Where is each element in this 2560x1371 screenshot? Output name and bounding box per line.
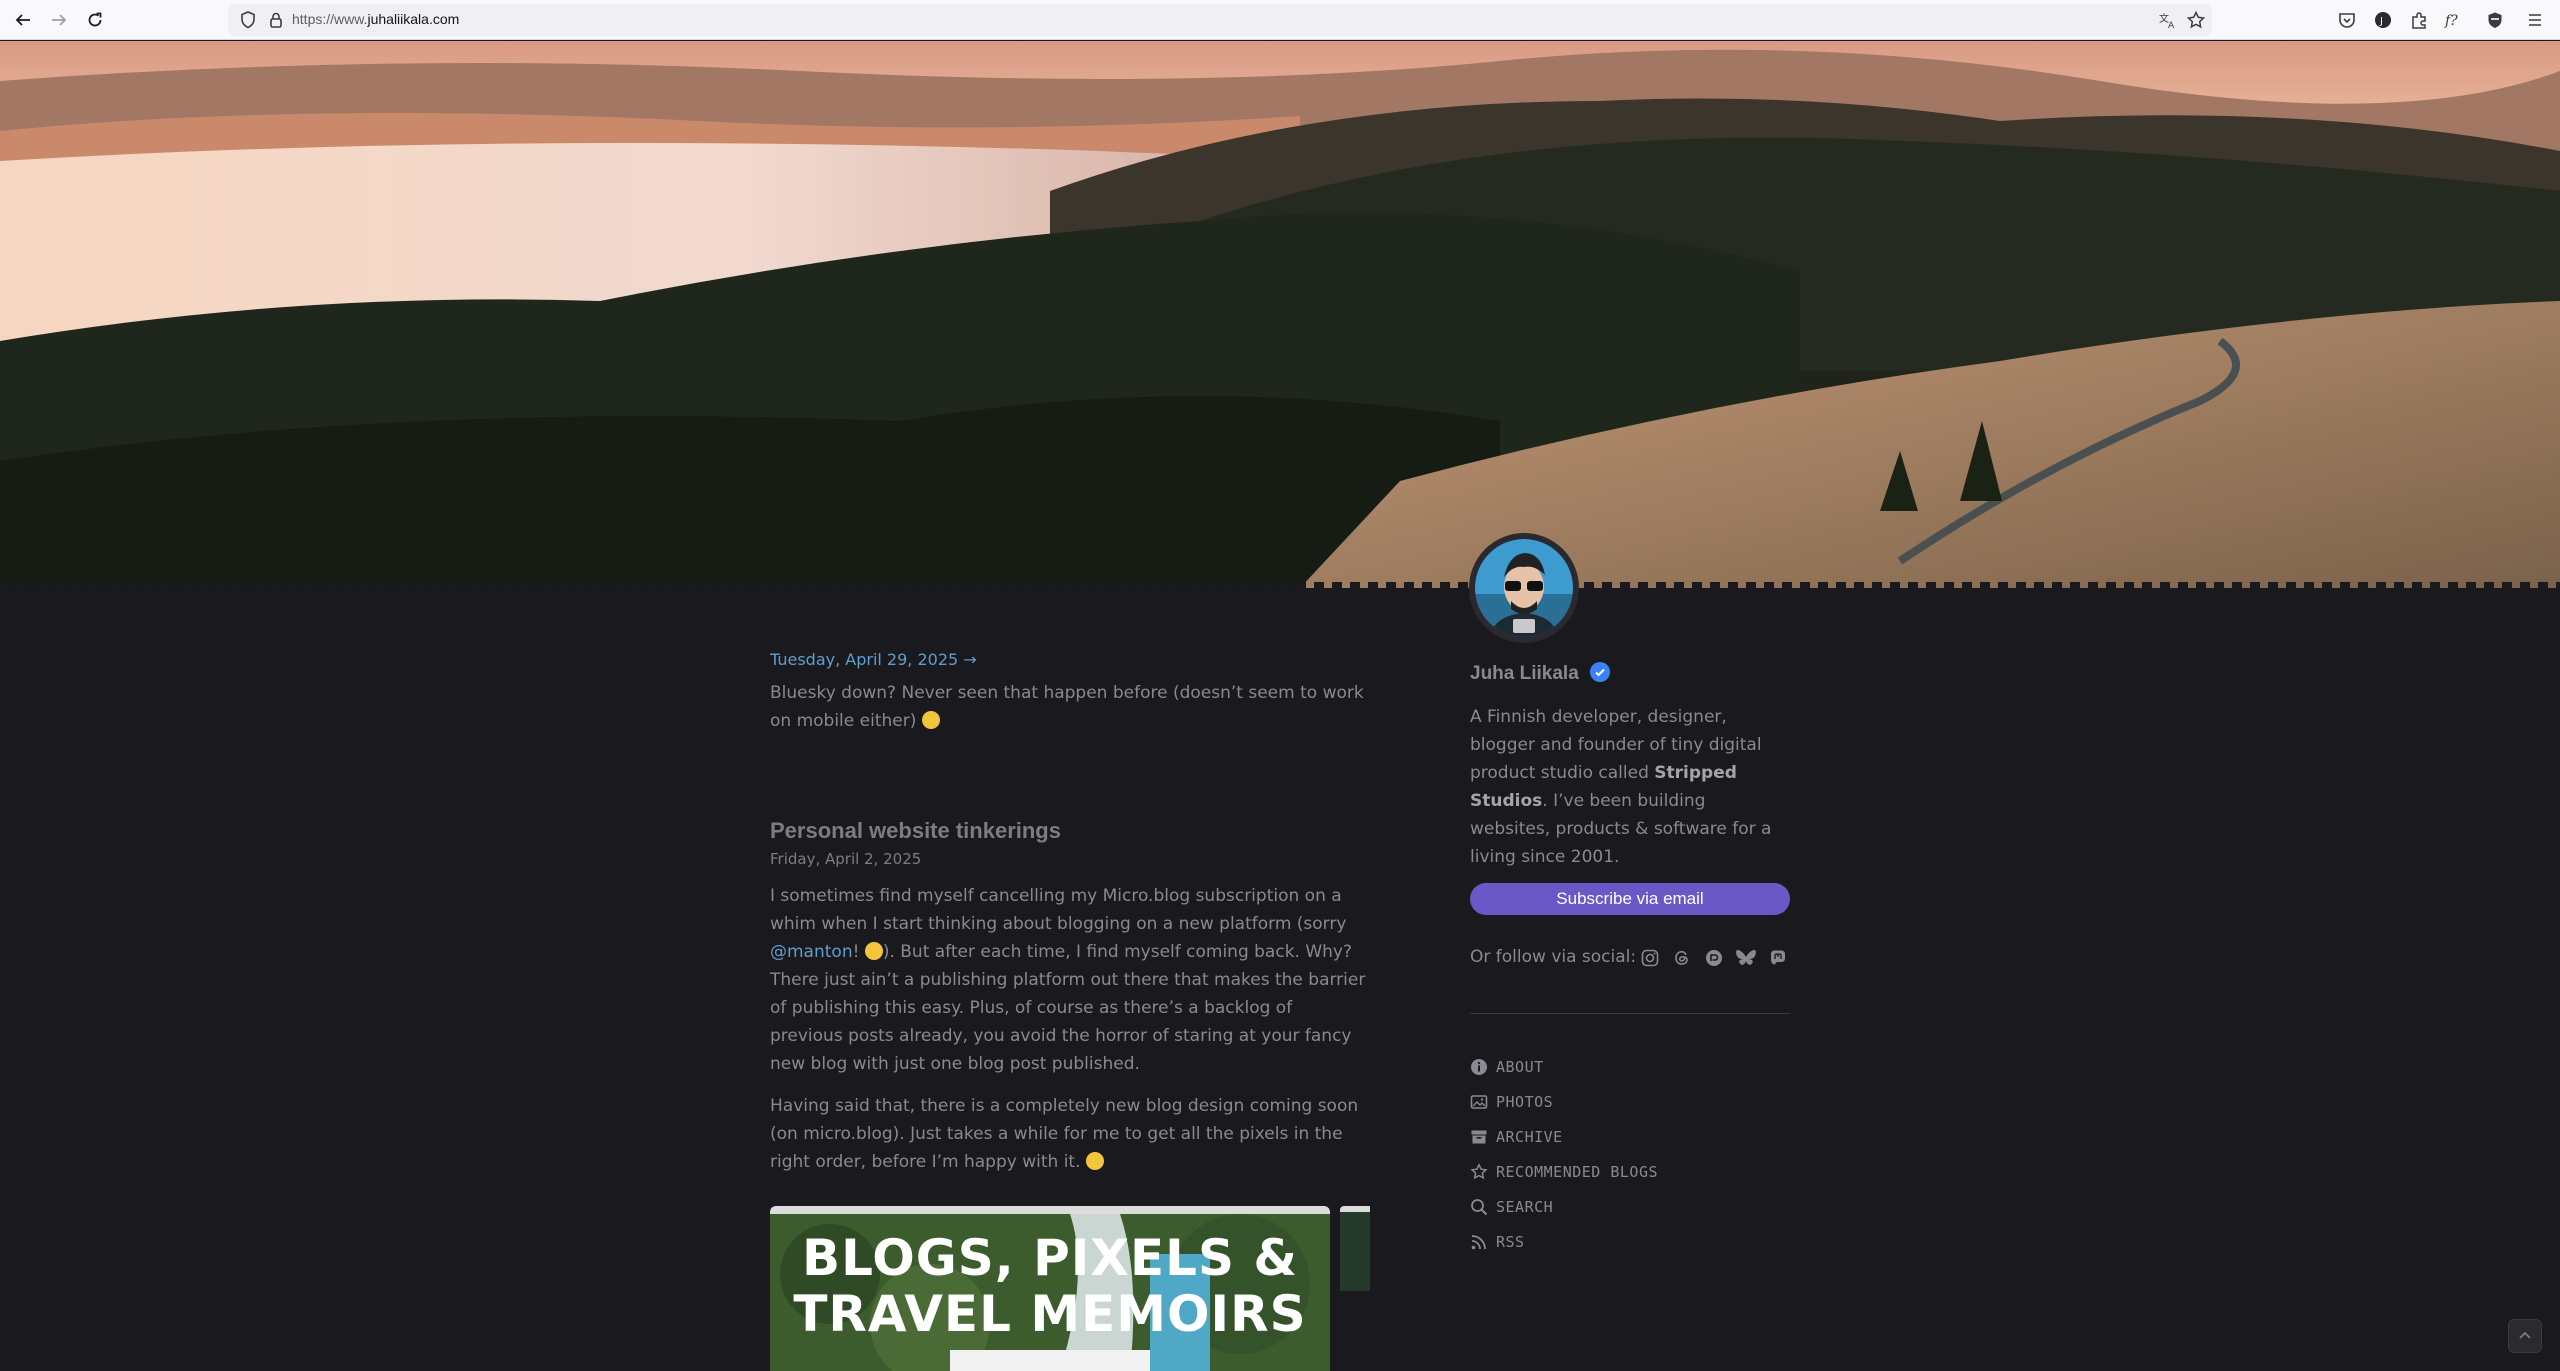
translate-icon[interactable]: 文A [2158, 10, 2178, 30]
post-short: Tuesday, April 29, 2025 → Bluesky down? … [770, 650, 1370, 735]
svg-text:A: A [2168, 21, 2175, 30]
menu-icon[interactable] [2524, 9, 2546, 31]
grinning-sweat-emoji-icon [921, 711, 940, 729]
nav-about-label: ABOUT [1496, 1058, 1544, 1076]
nav-recommended-blogs-label: RECOMMENDED BLOGS [1496, 1163, 1659, 1181]
extensions-icon[interactable] [2408, 9, 2430, 31]
forward-button[interactable] [46, 7, 72, 33]
privacy-badger-icon[interactable] [2484, 9, 2506, 31]
author-avatar[interactable] [1469, 533, 1579, 643]
url-prefix: https://www. [292, 11, 368, 27]
nav-photos[interactable]: PHOTOS [1470, 1091, 1553, 1113]
author-name-row: Juha Liikala [1470, 662, 1790, 685]
star-icon [1470, 1163, 1488, 1180]
post-title[interactable]: Personal website tinkerings [770, 818, 1370, 844]
social-label: Or follow via social: [1470, 947, 1637, 967]
nav-rss[interactable]: RSS [1470, 1231, 1525, 1253]
info-icon [1471, 1059, 1487, 1075]
bluesky-icon[interactable] [1734, 948, 1758, 968]
account-icon[interactable]: J [2372, 9, 2394, 31]
paragraph-text: I sometimes find myself cancelling my Mi… [770, 886, 1347, 934]
image-icon [1470, 1095, 1488, 1109]
pocket-icon[interactable] [2336, 9, 2358, 31]
svg-text:J: J [2379, 16, 2383, 27]
nav-rss-label: RSS [1496, 1233, 1525, 1251]
chevron-up-icon [2519, 1331, 2531, 1339]
sidebar-divider [1470, 1013, 1790, 1014]
post-date-link[interactable]: Tuesday, April 29, 2025 → [770, 650, 1370, 669]
archive-icon [1471, 1130, 1487, 1144]
verified-badge-icon [1589, 662, 1610, 682]
nav-about[interactable]: ABOUT [1470, 1056, 1544, 1078]
post-date[interactable]: Friday, April 2, 2025 [770, 850, 1370, 868]
nav-recommended-blogs[interactable]: RECOMMENDED BLOGS [1470, 1161, 1658, 1183]
nav-photos-label: PHOTOS [1496, 1093, 1554, 1111]
avatar-illustration [1475, 539, 1573, 637]
post-text: Bluesky down? Never seen that happen bef… [770, 683, 1364, 731]
back-arrow-icon [15, 14, 30, 26]
header-landscape-image [0, 41, 2560, 588]
nav-archive[interactable]: ARCHIVE [1470, 1126, 1563, 1148]
smiling-emoji-icon [1085, 1152, 1104, 1170]
mastodon-icon[interactable] [1768, 948, 1788, 968]
subscribe-button[interactable]: Subscribe via email [1470, 883, 1790, 915]
image-title-line-2: TRAVEL MEMOIRS [793, 1285, 1307, 1343]
post-image[interactable]: BLOGS, PIXELS & TRAVEL MEMOIRS [770, 1206, 1330, 1371]
image-title-line-1: BLOGS, PIXELS & [802, 1229, 1298, 1287]
post-paragraph-2: Having said that, there is a completely … [770, 1092, 1370, 1176]
url-domain: juhaliikala.com [367, 11, 460, 27]
url-text[interactable]: https://www.juhaliikala.com [292, 11, 459, 27]
post-article: Personal website tinkerings Friday, Apri… [770, 818, 1370, 1176]
nav-archive-label: ARCHIVE [1496, 1128, 1563, 1146]
grinning-sweat-emoji-icon [864, 942, 883, 960]
author-bio: A Finnish developer, designer, blogger a… [1470, 703, 1790, 871]
bookmark-star-icon[interactable] [2186, 10, 2206, 30]
pixelfed-icon[interactable] [1704, 948, 1724, 968]
browser-toolbar: https://www.juhaliikala.com 文A J f? [0, 0, 2560, 40]
paragraph-text: Having said that, there is a completely … [770, 1096, 1359, 1172]
back-button[interactable] [10, 7, 36, 33]
nav-search-label: SEARCH [1496, 1198, 1554, 1216]
nav-search[interactable]: SEARCH [1470, 1196, 1553, 1218]
author-name[interactable]: Juha Liikala [1470, 663, 1579, 684]
threads-icon[interactable] [1672, 948, 1692, 968]
svg-text:f?: f? [2444, 13, 2458, 29]
post-image-next[interactable] [1340, 1206, 1370, 1291]
address-bar[interactable]: https://www.juhaliikala.com 文A [228, 4, 2212, 36]
lock-icon[interactable] [266, 10, 286, 30]
forward-arrow-icon [52, 14, 67, 26]
paragraph-text: ! [852, 942, 865, 962]
search-icon [1471, 1199, 1488, 1216]
post-paragraph-1: I sometimes find myself cancelling my Mi… [770, 882, 1370, 1078]
post-body: Bluesky down? Never seen that happen bef… [770, 679, 1370, 735]
hero-bottom-edge [0, 582, 2560, 590]
tracking-shield-icon[interactable] [238, 10, 258, 30]
rss-icon [1471, 1235, 1486, 1250]
font-tool-icon[interactable]: f? [2444, 9, 2466, 31]
mention-link[interactable]: @manton [770, 942, 853, 962]
reload-icon [88, 12, 102, 27]
instagram-icon[interactable] [1640, 948, 1660, 968]
scroll-to-top-button[interactable] [2508, 1319, 2542, 1353]
reload-button[interactable] [82, 7, 108, 33]
